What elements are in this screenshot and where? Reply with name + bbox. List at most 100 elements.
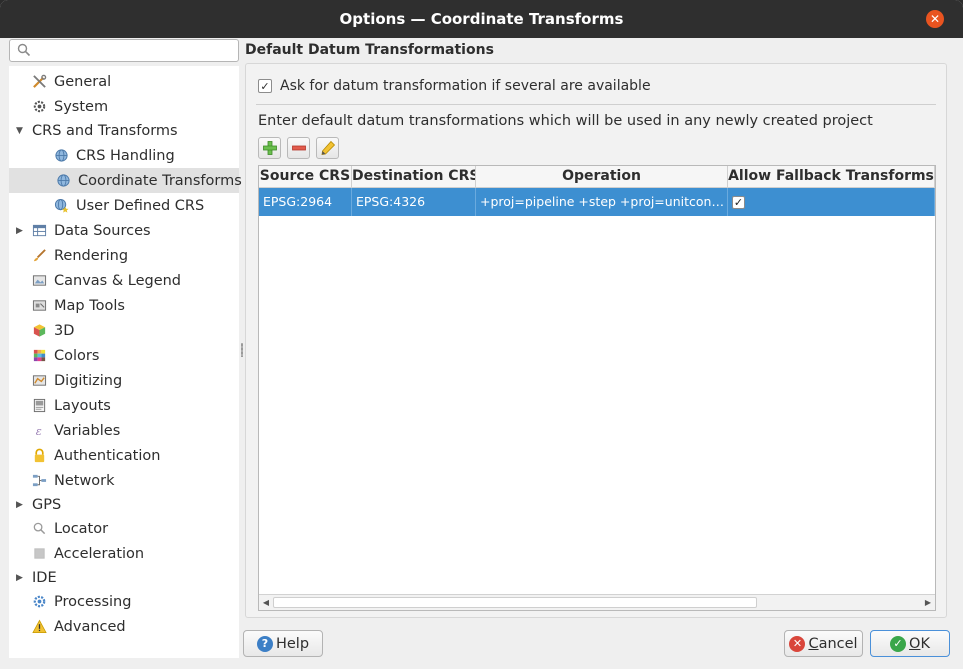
table-row[interactable]: EPSG:2964 EPSG:4326 +proj=pipeline +step…: [259, 188, 935, 216]
column-header-operation[interactable]: Operation: [476, 166, 728, 188]
gear-icon: [33, 100, 46, 113]
sidebar-item-label: Rendering: [54, 247, 129, 264]
transformations-table: Source CRS Destination CRS Operation All…: [258, 165, 936, 611]
network-icon: [32, 474, 47, 487]
cell-source-crs[interactable]: EPSG:2964: [259, 188, 352, 216]
cancel-label: Cancel: [808, 635, 858, 652]
close-icon: ✕: [929, 12, 941, 26]
section-title: Default Datum Transformations: [245, 42, 494, 58]
sidebar-item-label: Variables: [54, 422, 121, 439]
column-header-destination-crs[interactable]: Destination CRS: [352, 166, 476, 188]
column-header-source-crs[interactable]: Source CRS: [259, 166, 352, 188]
sidebar-item-label: Processing: [54, 593, 132, 610]
edit-icon: [321, 140, 335, 155]
sidebar-item-crs-and-transforms[interactable]: ▼ CRS and Transforms: [9, 118, 239, 143]
scroll-left-icon[interactable]: ◀: [259, 595, 273, 610]
sidebar-item-digitizing[interactable]: Digitizing: [9, 368, 239, 393]
sidebar-item-locator[interactable]: Locator: [9, 516, 239, 541]
sidebar-item-general[interactable]: General: [9, 69, 239, 94]
sidebar-item-label: Acceleration: [54, 545, 145, 562]
remove-transform-button[interactable]: [287, 137, 310, 159]
title-bar: Options — Coordinate Transforms ✕: [0, 0, 963, 38]
sidebar-item-crs-handling[interactable]: CRS Handling: [9, 143, 239, 168]
sidebar-item-label: Locator: [54, 520, 109, 537]
search-input[interactable]: [36, 41, 234, 60]
cube-icon: [33, 324, 46, 337]
ask-datum-checkbox[interactable]: ✓: [258, 79, 272, 93]
window-title: Options — Coordinate Transforms: [339, 10, 624, 28]
table-icon: [32, 224, 47, 237]
options-dialog: Options — Coordinate Transforms ✕ Genera…: [0, 0, 963, 669]
sidebar: General System ▼ CRS and Transforms CRS …: [9, 38, 242, 658]
chevron-right-icon[interactable]: ▶: [16, 226, 24, 236]
cell-operation[interactable]: +proj=pipeline +step +proj=unitconvert…: [476, 188, 728, 216]
add-transform-button[interactable]: [258, 137, 281, 159]
sidebar-item-label: General: [54, 73, 112, 90]
search-box[interactable]: [9, 39, 239, 62]
ask-datum-checkbox-row[interactable]: ✓ Ask for datum transformation if severa…: [258, 78, 651, 94]
separator: [256, 104, 936, 105]
ask-datum-label: Ask for datum transformation if several …: [280, 78, 651, 94]
sidebar-item-network[interactable]: Network: [9, 468, 239, 493]
sidebar-item-coordinate-transforms[interactable]: Coordinate Transforms: [9, 168, 242, 193]
sidebar-item-label: Network: [54, 472, 115, 489]
brush-icon: [33, 249, 46, 262]
sidebar-item-label: CRS Handling: [76, 147, 175, 164]
gear-icon: [33, 595, 46, 608]
close-button[interactable]: ✕: [926, 10, 944, 28]
sidebar-item-authentication[interactable]: Authentication: [9, 443, 239, 468]
sidebar-item-label: Data Sources: [54, 222, 151, 239]
sidebar-item-canvas-legend[interactable]: Canvas & Legend: [9, 268, 239, 293]
globe-star-icon: [54, 198, 69, 213]
sidebar-item-label: Map Tools: [54, 297, 125, 314]
cell-destination-crs[interactable]: EPSG:4326: [352, 188, 476, 216]
sidebar-item-layouts[interactable]: Layouts: [9, 393, 239, 418]
sidebar-item-label: Coordinate Transforms: [78, 172, 242, 189]
sidebar-item-label: Digitizing: [54, 372, 123, 389]
table-toolbar: [258, 137, 339, 159]
sidebar-item-label: User Defined CRS: [76, 197, 205, 214]
sidebar-item-rendering[interactable]: Rendering: [9, 243, 239, 268]
sidebar-item-processing[interactable]: Processing: [9, 589, 239, 614]
sidebar-item-data-sources[interactable]: ▶ Data Sources: [9, 218, 239, 243]
sidebar-item-colors[interactable]: Colors: [9, 343, 239, 368]
add-icon: [262, 141, 277, 155]
cell-allow-fallback[interactable]: ✓: [728, 188, 935, 216]
description-text: Enter default datum transformations whic…: [258, 113, 873, 129]
sidebar-item-ide[interactable]: ▶ IDE: [9, 565, 239, 590]
allow-fallback-checkbox[interactable]: ✓: [732, 196, 745, 209]
sidebar-item-label: CRS and Transforms: [32, 122, 178, 139]
sidebar-item-label: Colors: [54, 347, 100, 364]
canvas-icon: [32, 275, 47, 286]
sidebar-item-advanced[interactable]: Advanced: [9, 614, 239, 639]
sidebar-item-system[interactable]: System: [9, 94, 239, 119]
chevron-right-icon[interactable]: ▶: [16, 573, 24, 583]
options-tree: General System ▼ CRS and Transforms CRS …: [9, 66, 242, 658]
sidebar-item-3d[interactable]: 3D: [9, 318, 239, 343]
sidebar-item-acceleration[interactable]: Acceleration: [9, 541, 239, 566]
chevron-down-icon[interactable]: ▼: [16, 126, 24, 136]
sidebar-item-gps[interactable]: ▶ GPS: [9, 492, 239, 517]
cancel-button[interactable]: ✕ Cancel: [784, 630, 863, 657]
sidebar-item-map-tools[interactable]: Map Tools: [9, 293, 239, 318]
ok-label: OK: [909, 635, 930, 652]
sidebar-item-label: IDE: [32, 569, 57, 586]
checkmark-icon: ✓: [890, 635, 907, 652]
digitizing-icon: [32, 375, 47, 386]
globe-icon: [57, 174, 70, 187]
help-button[interactable]: ? Help: [243, 630, 323, 657]
chevron-right-icon[interactable]: ▶: [16, 500, 24, 510]
horizontal-scrollbar[interactable]: ◀ ▶: [259, 594, 935, 610]
main-panel: Default Datum Transformations ✓ Ask for …: [239, 38, 954, 628]
edit-transform-button[interactable]: [316, 137, 339, 159]
scroll-right-icon[interactable]: ▶: [921, 595, 935, 610]
sidebar-item-label: 3D: [54, 322, 75, 339]
scrollbar-thumb[interactable]: [273, 597, 757, 608]
globe-icon: [55, 149, 68, 162]
column-header-allow-fallback[interactable]: Allow Fallback Transforms: [728, 166, 935, 188]
sidebar-item-user-defined-crs[interactable]: User Defined CRS: [9, 193, 239, 218]
lock-icon: [34, 448, 45, 463]
search-icon: [33, 522, 46, 535]
ok-button[interactable]: ✓ OK: [870, 630, 950, 657]
sidebar-item-variables[interactable]: ε Variables: [9, 418, 239, 443]
